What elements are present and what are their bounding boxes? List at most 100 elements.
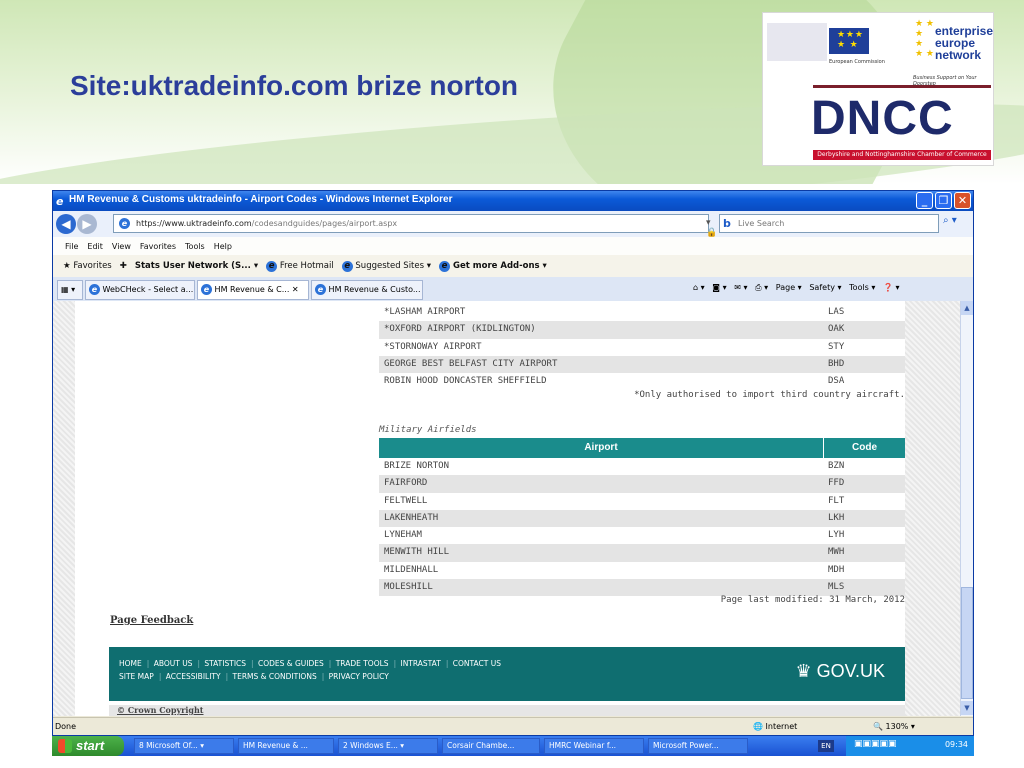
taskbar-item-office[interactable]: 8 Microsoft Of... ▾ <box>134 738 234 754</box>
footer-link-terms[interactable]: TERMS & CONDITIONS <box>233 672 317 681</box>
page-icon: e <box>439 260 451 272</box>
start-button[interactable]: start <box>52 736 124 756</box>
footer-link-about[interactable]: ABOUT US <box>154 659 193 668</box>
add-favorite-icon[interactable]: ✚ <box>120 261 127 271</box>
last-modified: Page last modified: 31 March, 2012 <box>720 595 905 605</box>
cmd-tools[interactable]: Tools ▾ <box>849 283 875 292</box>
globe-icon: 🌐 <box>753 722 763 731</box>
military-caption: Military Airfields <box>379 425 477 435</box>
table-row: MOLESHILL MLS <box>379 579 905 597</box>
taskbar-item-webinar[interactable]: HMRC Webinar f... <box>544 738 644 754</box>
page-icon: e <box>119 218 130 229</box>
close-button[interactable]: ✕ <box>954 192 971 209</box>
table-row: MILDENHALL MDH <box>384 564 845 575</box>
print-icon[interactable]: ⎙ ▾ <box>755 283 768 292</box>
table-row: *STORNOWAY AIRPORT STY <box>384 341 845 352</box>
live-search-icon: b <box>723 217 731 230</box>
fav-stats-user-network[interactable]: Stats User Network (S... ▾ <box>135 261 258 271</box>
menu-bar: File Edit View Favorites Tools Help <box>53 237 973 255</box>
vertical-scrollbar[interactable]: ▲ ▼ <box>960 301 973 716</box>
cmd-page[interactable]: Page ▾ <box>776 283 802 292</box>
favorites-button[interactable]: ★ Favorites <box>63 261 112 271</box>
scroll-up-button[interactable]: ▲ <box>961 301 973 315</box>
tab-hmrc-1[interactable]: e HM Revenue & C... ✕ <box>197 280 309 300</box>
footer-link-intrastat[interactable]: INTRASTAT <box>400 659 440 668</box>
footer-link-contact[interactable]: CONTACT US <box>453 659 501 668</box>
browser-window: e HM Revenue & Customs uktradeinfo - Air… <box>52 190 974 736</box>
scroll-down-button[interactable]: ▼ <box>961 701 973 715</box>
command-bar: ⌂ ▾ ◙ ▾ ✉ ▾ ⎙ ▾ Page ▾ Safety ▾ Tools ▾ … <box>693 283 900 293</box>
crown-copyright-link[interactable]: © Crown Copyright <box>117 705 204 715</box>
military-airfields-table: Airport Code BRIZE NORTON BZN FAIRFORD FFD… <box>379 438 905 597</box>
tab-hmrc-2[interactable]: e HM Revenue & Custo... <box>311 280 423 300</box>
slide-header: Site:uktradeinfo.com brize norton ★ ★ ★ ★… <box>0 0 1024 184</box>
menu-view[interactable]: View <box>112 242 131 251</box>
favorites-bar: ★ Favorites ✚ Stats User Network (S... ▾… <box>53 255 973 277</box>
civil-airports-table: *LASHAM AIRPORT LAS *OXFORD AIRPORT (KIDL… <box>379 304 905 390</box>
search-input[interactable]: b Live Search <box>719 214 939 233</box>
forward-button[interactable]: ▶ <box>77 214 97 234</box>
home-icon[interactable]: ⌂ ▾ <box>693 283 705 292</box>
window-title: HM Revenue & Customs uktradeinfo - Airpo… <box>69 194 453 205</box>
status-text: Done <box>55 722 77 731</box>
table-row: LAKENHEATH LKH <box>379 509 905 528</box>
page-content: *LASHAM AIRPORT LAS *OXFORD AIRPORT (KIDL… <box>53 301 961 716</box>
scroll-thumb[interactable] <box>961 587 973 699</box>
table-row: *OXFORD AIRPORT (KIDLINGTON) OAK <box>379 321 905 339</box>
back-button[interactable]: ◀ <box>56 214 76 234</box>
footer-link-accessibility[interactable]: ACCESSIBILITY <box>166 672 221 681</box>
page-icon: e <box>89 284 100 295</box>
language-indicator[interactable]: EN <box>818 740 834 752</box>
address-host: https://www.uktradeinfo.com <box>136 219 252 228</box>
een-line: network <box>935 48 982 62</box>
footer-link-trade-tools[interactable]: TRADE TOOLS <box>336 659 389 668</box>
footer-link-privacy[interactable]: PRIVACY POLICY <box>329 672 389 681</box>
table-row: FELTWELL FLT <box>384 495 845 506</box>
footer-link-statistics[interactable]: STATISTICS <box>204 659 246 668</box>
minimize-button[interactable]: _ <box>916 192 933 209</box>
search-icon[interactable]: ⌕ ▾ <box>943 215 957 226</box>
status-bar: Done 🌐 Internet 🔍 130% ▾ <box>53 717 973 735</box>
help-icon[interactable]: ❓ ▾ <box>883 283 900 292</box>
taskbar-item-explorer[interactable]: 2 Windows E... ▾ <box>338 738 438 754</box>
table-row: BRIZE NORTON BZN <box>384 461 845 471</box>
page-icon: e <box>341 260 353 272</box>
dncc-subtitle: Derbyshire and Nottinghamshire Chamber o… <box>813 150 991 160</box>
page-icon: e <box>266 260 278 272</box>
address-row: ◀ ▶ e https://www.uktradeinfo.com/codesa… <box>53 211 973 258</box>
footer-link-home[interactable]: HOME <box>119 659 142 668</box>
footer-link-codes[interactable]: CODES & GUIDES <box>258 659 324 668</box>
taskbar-item-corsair[interactable]: Corsair Chambe... <box>442 738 540 754</box>
footer-link-sitemap[interactable]: SITE MAP <box>119 672 154 681</box>
table-row: FAIRFORD FFD <box>379 475 905 493</box>
restore-button[interactable]: ❐ <box>935 192 952 209</box>
menu-favorites[interactable]: Favorites <box>140 242 176 251</box>
fav-get-more-addons[interactable]: e Get more Add-ons ▾ <box>439 260 547 272</box>
tab-bar: ▦ ▾ e WebCHeck - Select a... e HM Revenu… <box>53 277 973 301</box>
tab-webcheck[interactable]: e WebCHeck - Select a... <box>85 280 195 300</box>
window-titlebar[interactable]: e HM Revenue & Customs uktradeinfo - Air… <box>53 191 973 211</box>
menu-file[interactable]: File <box>65 242 78 251</box>
mail-icon[interactable]: ✉ ▾ <box>734 283 747 292</box>
page-icon: e <box>201 284 212 295</box>
fav-suggested-sites[interactable]: e Suggested Sites ▾ <box>341 260 431 272</box>
star-icon: ★ <box>63 261 71 271</box>
taskbar-item-hmrc[interactable]: HM Revenue & ... <box>238 738 334 754</box>
address-bar[interactable]: e https://www.uktradeinfo.com/codesandgu… <box>113 214 717 258</box>
taskbar-item-powerpoint[interactable]: Microsoft Power... <box>648 738 748 754</box>
menu-help[interactable]: Help <box>214 242 232 251</box>
cmd-safety[interactable]: Safety ▾ <box>809 283 841 292</box>
fav-free-hotmail[interactable]: e Free Hotmail <box>266 260 334 272</box>
eu-logo-background <box>767 23 827 61</box>
feeds-icon[interactable]: ◙ ▾ <box>712 283 726 292</box>
page-feedback-link[interactable]: Page Feedback <box>110 615 193 626</box>
table-row: *LASHAM AIRPORT LAS <box>384 307 845 317</box>
tray-icons[interactable]: ▣▣▣▣▣ <box>854 739 897 749</box>
quick-tabs-button[interactable]: ▦ ▾ <box>57 280 83 300</box>
govuk-logo[interactable]: ♛ GOV.UK <box>795 661 885 682</box>
menu-edit[interactable]: Edit <box>87 242 103 251</box>
ie-icon: e <box>56 195 64 208</box>
zoom-control[interactable]: 🔍 130% ▾ <box>873 722 915 731</box>
site-footer: HOME | ABOUT US | STATISTICS | CODES & GUID… <box>109 647 905 701</box>
menu-tools[interactable]: Tools <box>185 242 205 251</box>
